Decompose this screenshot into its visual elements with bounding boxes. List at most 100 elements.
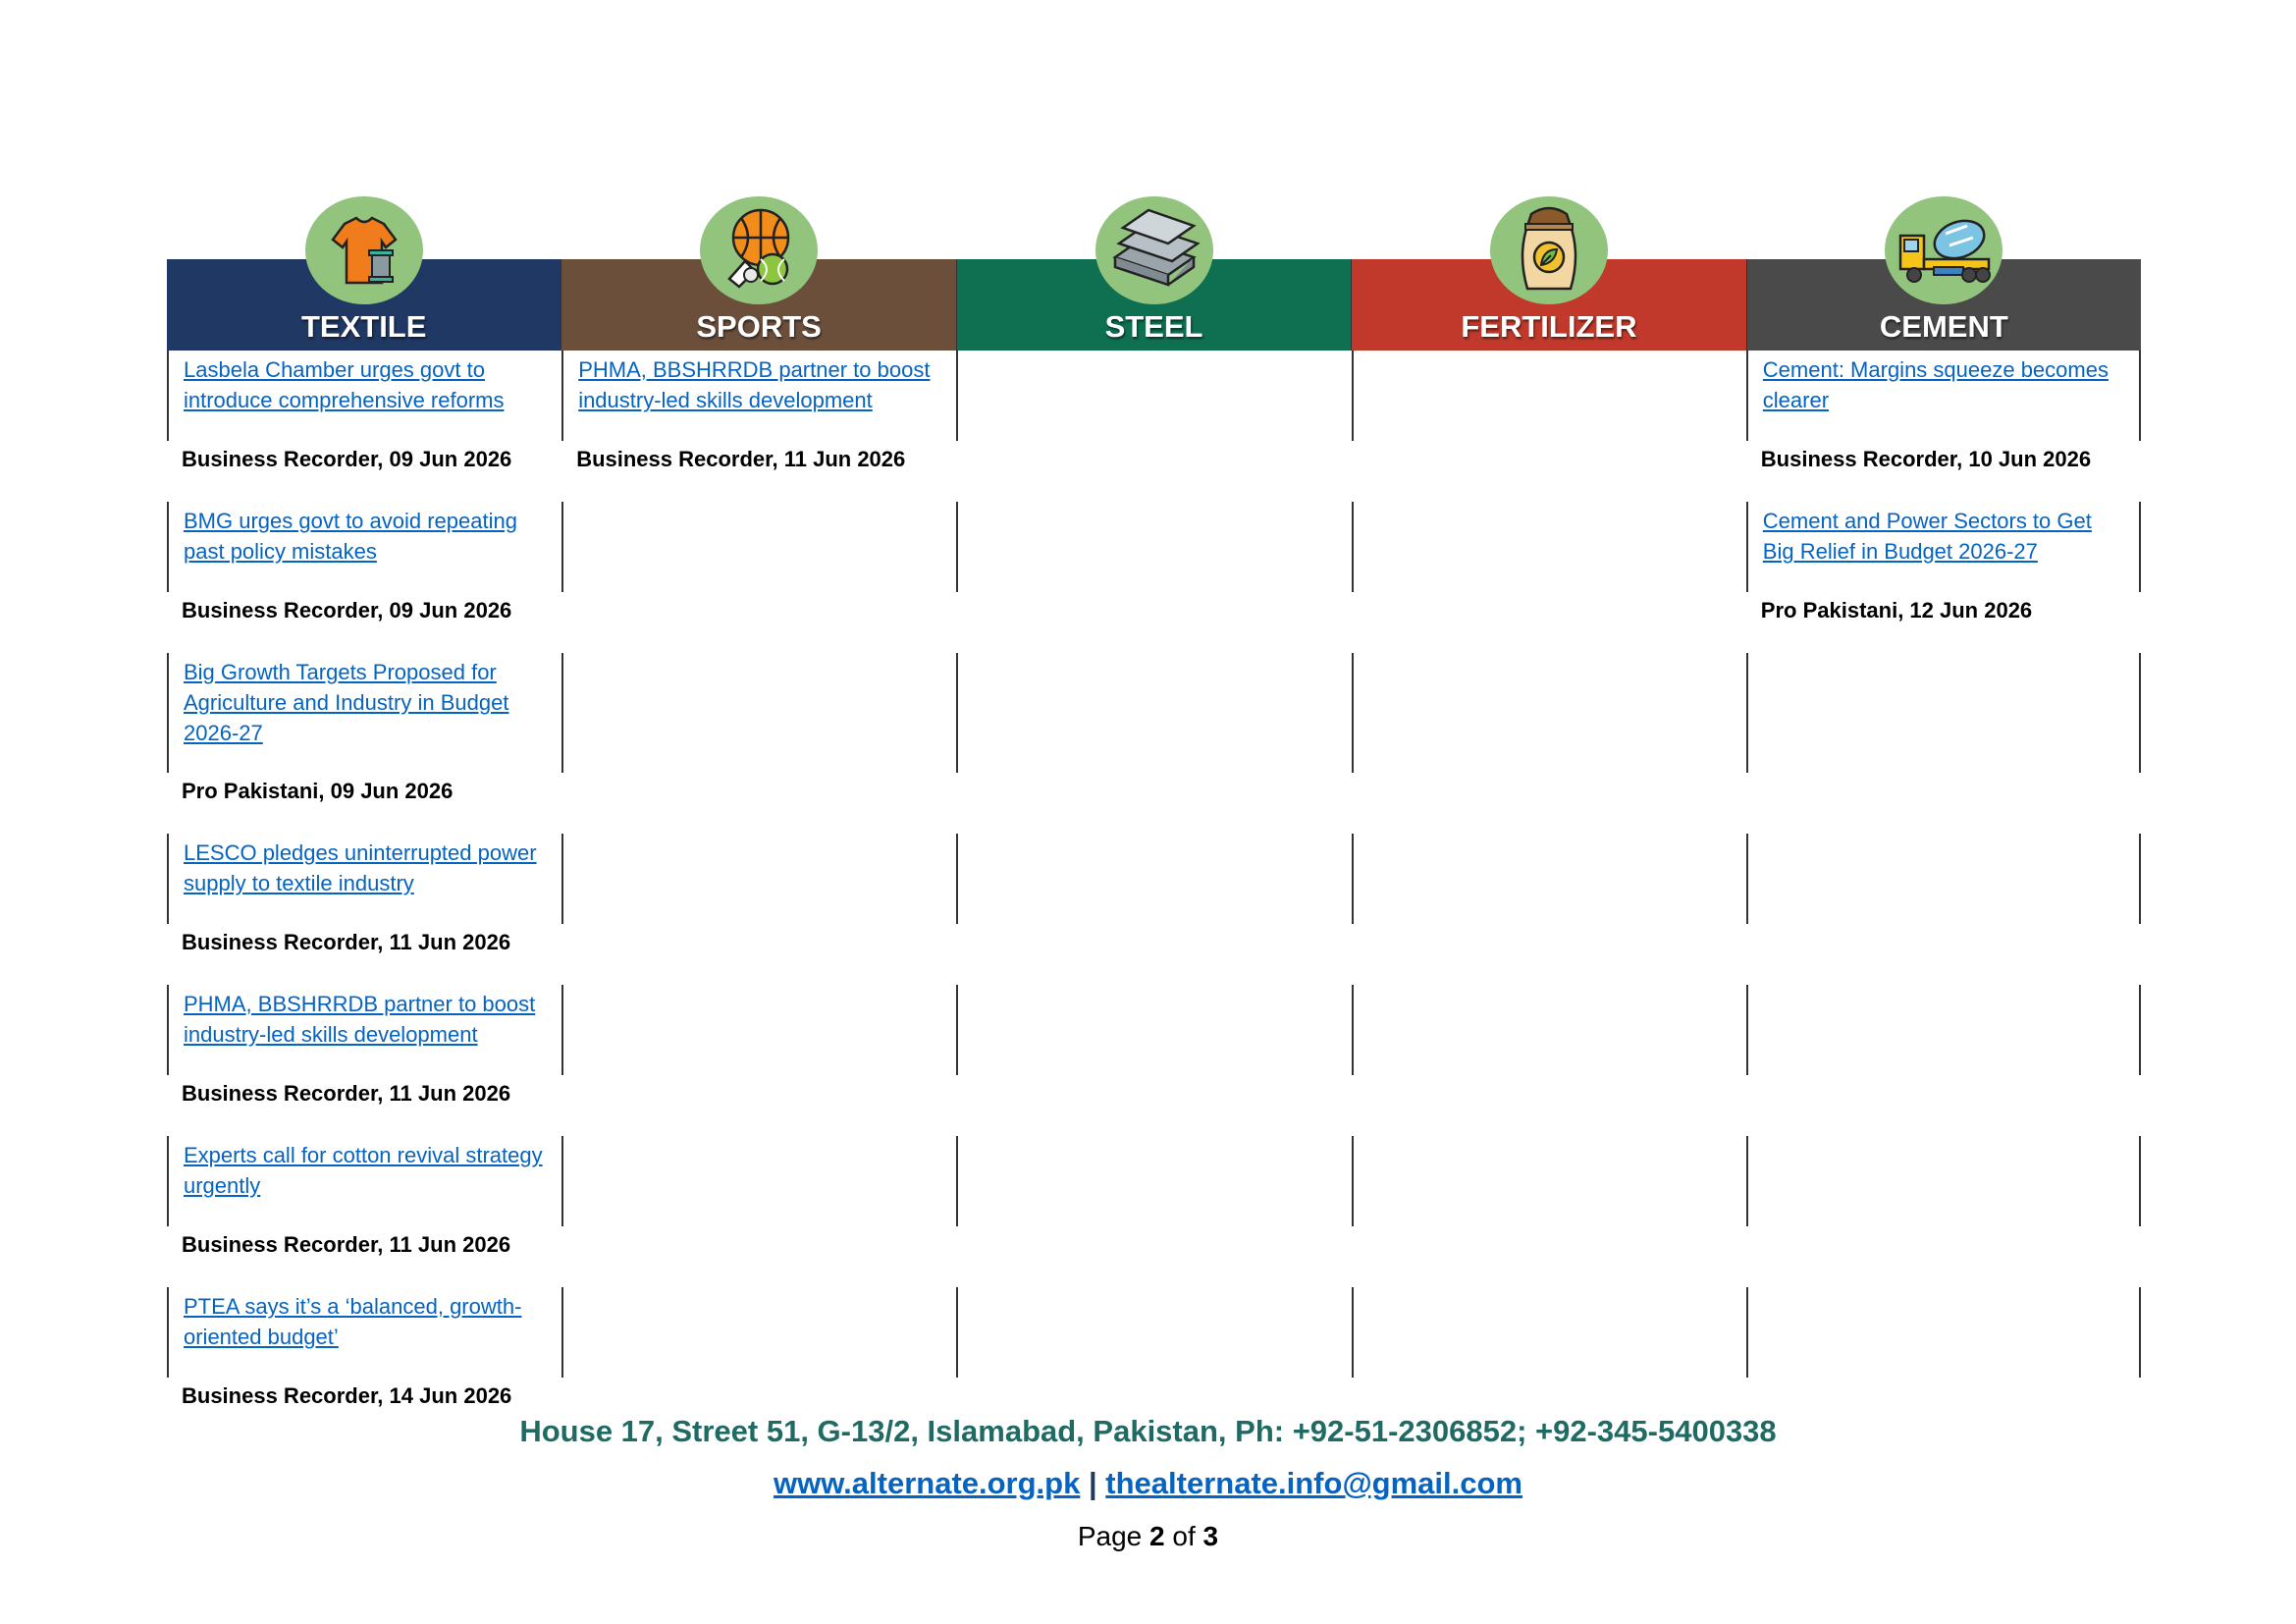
cement-mixer-truck-icon — [1884, 196, 2002, 304]
empty-source — [561, 773, 956, 834]
empty-source — [956, 441, 1351, 502]
empty-source — [1352, 1226, 1746, 1287]
sector-news-table: TEXTILE SPORTS STEEL FERTILIZER CEMENT L… — [167, 196, 2142, 1438]
empty-source — [956, 924, 1351, 985]
news-cell: Cement: Margins squeeze becomes clearer — [1745, 351, 2141, 441]
page-number: Page 2 of 3 — [0, 1521, 2296, 1552]
news-link[interactable]: LESCO pledges uninterrupted power supply… — [184, 840, 537, 895]
empty-cell — [1745, 834, 2141, 924]
news-cell: PHMA, BBSHRRDB partner to boost industry… — [561, 351, 956, 441]
empty-cell — [561, 502, 956, 592]
news-link[interactable]: Cement and Power Sectors to Get Big Reli… — [1763, 509, 2092, 564]
news-cell: PHMA, BBSHRRDB partner to boost industry… — [167, 985, 561, 1075]
empty-cell — [956, 1287, 1351, 1378]
empty-cell — [561, 1136, 956, 1226]
steel-beams-icon — [1095, 196, 1213, 304]
source-row: Business Recorder, 11 Jun 2026 — [167, 1226, 2141, 1287]
footer-separator: | — [1088, 1466, 1097, 1500]
empty-cell — [1745, 653, 2141, 773]
source-row: Business Recorder, 11 Jun 2026 — [167, 1075, 2141, 1136]
tshirt-icon — [305, 196, 424, 304]
page-of: of — [1172, 1521, 1196, 1551]
news-link[interactable]: Lasbela Chamber urges govt to introduce … — [184, 357, 504, 412]
page-label: Page — [1077, 1521, 1143, 1551]
empty-cell — [956, 502, 1351, 592]
news-link[interactable]: PTEA says it’s a ‘balanced, growth-orien… — [184, 1294, 521, 1349]
news-cell: Lasbela Chamber urges govt to introduce … — [167, 351, 561, 441]
empty-cell — [956, 1136, 1351, 1226]
news-source: Business Recorder, 10 Jun 2026 — [1760, 447, 2092, 471]
sports-balls-icon — [700, 196, 819, 304]
table-row: Lasbela Chamber urges govt to introduce … — [167, 351, 2141, 441]
news-cell: PTEA says it’s a ‘balanced, growth-orien… — [167, 1287, 561, 1378]
empty-source — [956, 773, 1351, 834]
empty-cell — [561, 834, 956, 924]
empty-cell — [561, 985, 956, 1075]
news-source: Pro Pakistani, 12 Jun 2026 — [1760, 598, 2033, 623]
fertilizer-sack-icon — [1489, 196, 1608, 304]
news-source: Business Recorder, 11 Jun 2026 — [182, 930, 511, 954]
empty-source — [956, 592, 1351, 653]
empty-source — [1746, 773, 2141, 834]
empty-source — [561, 1075, 956, 1136]
news-link[interactable]: BMG urges govt to avoid repeating past p… — [184, 509, 517, 564]
table-row: PHMA, BBSHRRDB partner to boost industry… — [167, 985, 2141, 1075]
page-current: 2 — [1149, 1521, 1165, 1551]
empty-source — [1746, 1226, 2141, 1287]
email-link[interactable]: thealternate.info@gmail.com — [1105, 1466, 1522, 1500]
website-link[interactable]: www.alternate.org.pk — [774, 1466, 1080, 1500]
news-link[interactable]: Experts call for cotton revival strategy… — [184, 1143, 543, 1198]
empty-cell — [956, 834, 1351, 924]
news-source: Business Recorder, 11 Jun 2026 — [182, 1081, 511, 1106]
empty-source — [956, 1075, 1351, 1136]
news-link[interactable]: Big Growth Targets Proposed for Agricult… — [184, 660, 508, 745]
table-row: Experts call for cotton revival strategy… — [167, 1136, 2141, 1226]
empty-cell — [1351, 502, 1746, 592]
news-link[interactable]: Cement: Margins squeeze becomes clearer — [1763, 357, 2109, 412]
footer-contact-links: www.alternate.org.pk | thealternate.info… — [0, 1466, 2296, 1501]
news-source: Business Recorder, 11 Jun 2026 — [576, 447, 906, 471]
footer-address: House 17, Street 51, G-13/2, Islamabad, … — [519, 1414, 1777, 1448]
news-link[interactable]: PHMA, BBSHRRDB partner to boost industry… — [184, 992, 535, 1047]
empty-cell — [1351, 985, 1746, 1075]
news-source: Business Recorder, 09 Jun 2026 — [182, 447, 512, 471]
source-row: Business Recorder, 09 Jun 2026 Business … — [167, 441, 2141, 502]
news-cell: Big Growth Targets Proposed for Agricult… — [167, 653, 561, 773]
empty-source — [561, 592, 956, 653]
empty-cell — [561, 653, 956, 773]
empty-cell — [1745, 1287, 2141, 1378]
empty-cell — [1745, 1136, 2141, 1226]
news-cell: Cement and Power Sectors to Get Big Reli… — [1745, 502, 2141, 592]
empty-source — [561, 924, 956, 985]
empty-source — [1352, 773, 1746, 834]
empty-source — [1746, 1075, 2141, 1136]
empty-cell — [956, 653, 1351, 773]
empty-source — [1352, 1075, 1746, 1136]
empty-source — [1352, 441, 1746, 502]
empty-source — [1352, 592, 1746, 653]
source-row: Business Recorder, 11 Jun 2026 — [167, 924, 2141, 985]
news-cell: Experts call for cotton revival strategy… — [167, 1136, 561, 1226]
empty-cell — [1351, 653, 1746, 773]
empty-cell — [1745, 985, 2141, 1075]
news-cell: LESCO pledges uninterrupted power supply… — [167, 834, 561, 924]
table-row: PTEA says it’s a ‘balanced, growth-orien… — [167, 1287, 2141, 1378]
news-source: Business Recorder, 09 Jun 2026 — [182, 598, 512, 623]
empty-cell — [1351, 1287, 1746, 1378]
news-cell: BMG urges govt to avoid repeating past p… — [167, 502, 561, 592]
empty-cell — [1351, 351, 1746, 441]
empty-source — [1352, 924, 1746, 985]
empty-cell — [1351, 834, 1746, 924]
table-row: BMG urges govt to avoid repeating past p… — [167, 502, 2141, 592]
news-source: Pro Pakistani, 09 Jun 2026 — [182, 779, 454, 803]
news-link[interactable]: PHMA, BBSHRRDB partner to boost industry… — [578, 357, 930, 412]
source-row: Business Recorder, 09 Jun 2026 Pro Pakis… — [167, 592, 2141, 653]
page-total: 3 — [1202, 1521, 1219, 1551]
sector-icons — [167, 196, 2141, 304]
table-row: Big Growth Targets Proposed for Agricult… — [167, 653, 2141, 773]
empty-cell — [956, 985, 1351, 1075]
source-row: Pro Pakistani, 09 Jun 2026 — [167, 773, 2141, 834]
empty-source — [956, 1226, 1351, 1287]
table-row: LESCO pledges uninterrupted power supply… — [167, 834, 2141, 924]
empty-cell — [561, 1287, 956, 1378]
